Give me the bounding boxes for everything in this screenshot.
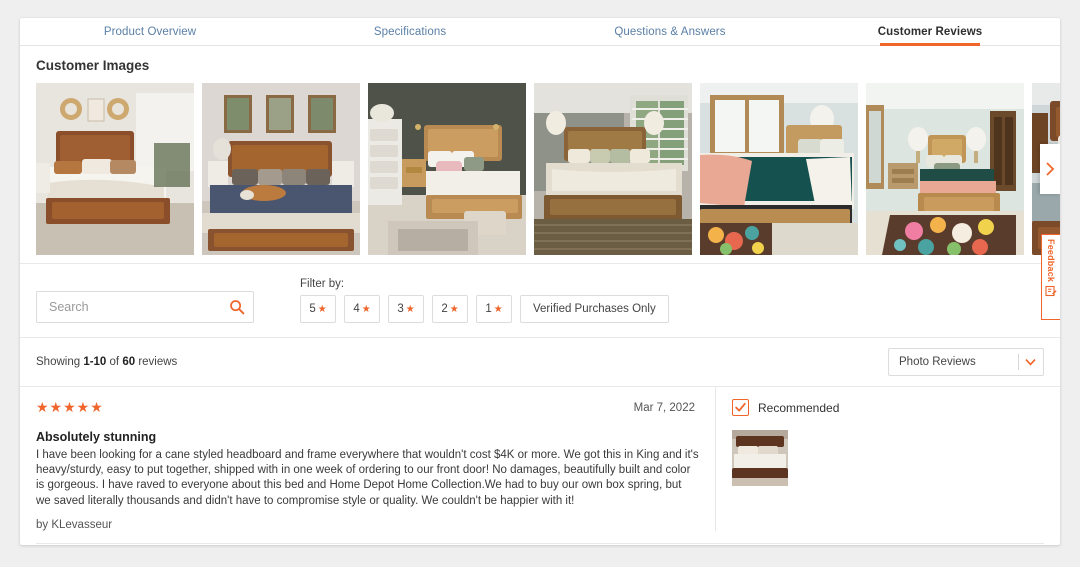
recommended-row: Recommended [732, 399, 1044, 416]
gallery-thumb-5[interactable] [700, 83, 858, 255]
check-icon [735, 402, 746, 412]
feedback-form-icon [1045, 286, 1057, 297]
search-icon[interactable] [229, 299, 245, 315]
star-icon: ★ [317, 303, 327, 315]
product-tabs: Product Overview Specifications Question… [20, 18, 1060, 46]
bedroom-photo-4 [534, 83, 692, 255]
reviews-card: Product Overview Specifications Question… [20, 18, 1060, 545]
chip-number: 5 [309, 303, 316, 315]
gallery-thumb-4[interactable] [534, 83, 692, 255]
showing-count: Showing 1-10 of 60 reviews [36, 356, 177, 368]
filter-chip-2-star[interactable]: 2 ★ [432, 295, 468, 323]
tab-specifications[interactable]: Specifications [280, 18, 540, 45]
feedback-tab[interactable]: Feedback [1041, 234, 1060, 320]
chip-label: Verified Purchases Only [533, 303, 656, 315]
customer-images-heading: Customer Images [36, 58, 150, 73]
sort-dropdown[interactable]: Photo Reviews [888, 348, 1044, 376]
showing-prefix: Showing [36, 356, 84, 368]
review-photo [732, 430, 788, 486]
review-main: ★★★★★ Mar 7, 2022 Absolutely stunning I … [20, 387, 715, 531]
review-side-panel: Recommended [715, 387, 1060, 531]
gallery-thumb-6[interactable] [866, 83, 1024, 255]
tab-questions-answers[interactable]: Questions & Answers [540, 18, 800, 45]
showing-total: 60 [122, 356, 136, 368]
tab-label: Product Overview [103, 25, 197, 38]
chip-number: 4 [353, 303, 360, 315]
bedroom-photo-2 [202, 83, 360, 255]
dropdown-divider [1018, 354, 1019, 370]
showing-middle: of [106, 356, 123, 368]
bedroom-photo-5 [700, 83, 858, 255]
tab-label: Specifications [373, 25, 447, 38]
review-rating-stars: ★★★★★ [36, 399, 104, 415]
review-filter-bar: Filter by: 5 ★ 4 ★ 3 ★ 2 [20, 263, 1060, 338]
review-item: ★★★★★ Mar 7, 2022 Absolutely stunning I … [20, 387, 1060, 531]
filter-verified-purchases-only[interactable]: Verified Purchases Only [520, 295, 669, 323]
showing-range: 1-10 [83, 356, 107, 368]
star-icon: ★ [405, 303, 415, 315]
tab-customer-reviews[interactable]: Customer Reviews [800, 18, 1060, 46]
review-search[interactable] [36, 291, 254, 323]
active-tab-underline [880, 43, 980, 46]
bedroom-photo-1 [36, 83, 194, 255]
review-title: Absolutely stunning [36, 430, 157, 444]
showing-suffix: reviews [135, 356, 178, 368]
results-summary-row: Showing 1-10 of 60 reviews Photo Reviews [20, 338, 1060, 387]
filter-chip-5-star[interactable]: 5 ★ [300, 295, 336, 323]
gallery-thumb-3[interactable] [368, 83, 526, 255]
star-icon: ★ [449, 303, 459, 315]
search-input[interactable] [49, 300, 229, 314]
bedroom-photo-6 [866, 83, 1024, 255]
review-footer: Helpful? 1 found this review helpful Rep… [36, 542, 1044, 545]
bedroom-photo-3 [368, 83, 526, 255]
tab-label: Questions & Answers [614, 25, 726, 38]
filter-chip-4-star[interactable]: 4 ★ [344, 295, 380, 323]
review-body: I have been looking for a cane styled he… [36, 449, 699, 507]
feedback-label: Feedback [1046, 239, 1056, 283]
gallery-thumb-1[interactable] [36, 83, 194, 255]
star-icon: ★ [361, 303, 371, 315]
filter-by-label: Filter by: [300, 278, 345, 290]
chip-number: 2 [441, 303, 448, 315]
sort-dropdown-affordance [1018, 354, 1036, 370]
recommended-label: Recommended [758, 400, 840, 415]
chip-number: 3 [397, 303, 404, 315]
review-date: Mar 7, 2022 [633, 401, 695, 414]
recommended-checkbox[interactable] [732, 399, 749, 416]
tab-product-overview[interactable]: Product Overview [20, 18, 280, 45]
filter-chip-row: 5 ★ 4 ★ 3 ★ 2 ★ 1 ★ Verified Purchases O… [300, 295, 669, 323]
gallery-thumb-2[interactable] [202, 83, 360, 255]
filter-chip-3-star[interactable]: 3 ★ [388, 295, 424, 323]
chevron-right-icon [1046, 162, 1055, 176]
tab-label: Customer Reviews [877, 25, 983, 38]
sort-selected-value: Photo Reviews [899, 356, 976, 368]
customer-images-carousel [20, 83, 1060, 255]
chip-number: 1 [485, 303, 492, 315]
review-header: ★★★★★ Mar 7, 2022 [36, 399, 699, 416]
star-icon: ★ [493, 303, 503, 315]
review-author: by KLevasseur [36, 518, 113, 531]
review-photo-thumbnail[interactable] [732, 430, 788, 486]
page-root: Product Overview Specifications Question… [0, 0, 1080, 567]
gallery-next-button[interactable] [1040, 144, 1060, 194]
star-filters: Filter by: 5 ★ 4 ★ 3 ★ 2 ★ 1 ★ Verified … [300, 278, 669, 323]
chevron-down-icon[interactable] [1025, 358, 1036, 366]
filter-chip-1-star[interactable]: 1 ★ [476, 295, 512, 323]
